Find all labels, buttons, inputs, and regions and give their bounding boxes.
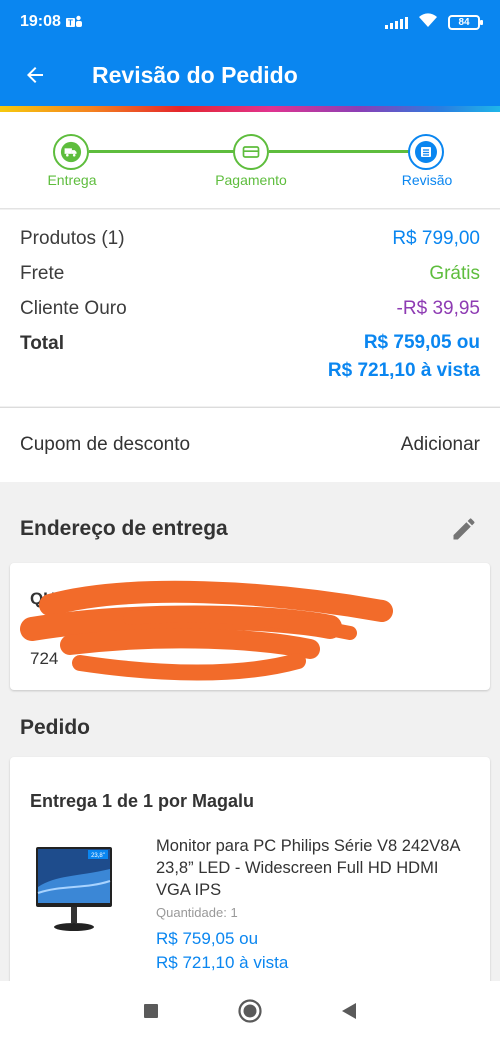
app-bar: Revisão do Pedido: [0, 44, 500, 106]
home-button[interactable]: [237, 998, 263, 1024]
image-badge: 23,8": [91, 853, 105, 859]
recent-apps-button[interactable]: [143, 1003, 159, 1019]
summary-value: Grátis: [429, 263, 480, 284]
step-label-entrega: Entrega: [47, 172, 97, 188]
coupon-row[interactable]: Cupom de desconto Adicionar: [0, 407, 500, 482]
order-card: Entrega 1 de 1 por Magalu 23,8" Monitor …: [10, 757, 490, 997]
summary-row-frete: Frete Grátis: [20, 263, 480, 298]
coupon-label: Cupom de desconto: [20, 434, 191, 455]
price-installment: R$ 759,05 ou: [156, 929, 259, 948]
step-pagamento[interactable]: [233, 134, 269, 170]
total-value: R$ 759,05 ou R$ 721,10 à vista: [328, 329, 480, 385]
address-card[interactable]: QUADR ma 724: [10, 563, 490, 690]
total-installment: R$ 759,05 ou: [363, 332, 480, 353]
address-section-title: Endereço de entrega: [20, 517, 228, 540]
credit-card-icon: [242, 146, 260, 158]
product-price: R$ 759,05 ou R$ 721,10 à vista: [156, 927, 288, 975]
order-summary: Produtos (1) R$ 799,00 Frete Grátis Clie…: [0, 210, 500, 406]
total-label: Total: [20, 333, 64, 354]
teams-icon: T: [65, 15, 82, 29]
battery-icon: 84: [448, 14, 483, 30]
quantity-value: 1: [230, 905, 238, 920]
summary-value: R$ 799,00: [392, 228, 480, 249]
arrow-left-icon: [27, 67, 43, 83]
summary-row-cliente-ouro: Cliente Ouro -R$ 39,95: [20, 298, 480, 333]
back-nav-button[interactable]: [341, 1002, 357, 1020]
battery-level: 84: [458, 16, 470, 28]
product-quantity: Quantidade: 1: [156, 905, 238, 920]
edit-address-icon[interactable]: [450, 515, 478, 543]
step-connector: [89, 150, 234, 153]
wifi-icon: [418, 12, 438, 33]
product-image[interactable]: 23,8": [36, 847, 112, 937]
summary-row-total: Total R$ 759,05 ou R$ 721,10 à vista: [20, 332, 480, 381]
status-time: 19:08: [20, 13, 61, 30]
redaction-scribble: [20, 580, 393, 681]
price-cash: R$ 721,10 à vista: [156, 953, 289, 972]
step-revisao[interactable]: [408, 134, 444, 170]
truck-icon: [60, 141, 82, 163]
summary-label: Cliente Ouro: [20, 298, 127, 319]
quantity-label: Quantidade:: [156, 905, 227, 920]
step-connector: [269, 150, 409, 153]
step-label-pagamento: Pagamento: [215, 172, 287, 188]
checkout-stepper: Entrega Pagamento Revisão: [0, 112, 500, 209]
status-bar: 19:08 T 84: [0, 0, 500, 44]
square-icon: [144, 1004, 158, 1018]
list-icon: [415, 141, 437, 163]
summary-label: Produtos (1): [20, 228, 125, 249]
back-button[interactable]: [0, 44, 70, 106]
step-label-revisao: Revisão: [401, 172, 453, 188]
svg-text:T: T: [68, 19, 73, 28]
order-section-title: Pedido: [20, 716, 91, 739]
delivery-title: Entrega 1 de 1 por Magalu: [30, 791, 255, 811]
product-name[interactable]: Monitor para PC Philips Série V8 242V8A …: [156, 835, 466, 901]
system-nav-bar: [0, 981, 500, 1041]
summary-label: Frete: [20, 263, 65, 284]
summary-row-produtos: Produtos (1) R$ 799,00: [20, 228, 480, 263]
total-cash: R$ 721,10 à vista: [327, 360, 480, 381]
circle-icon: [238, 999, 262, 1023]
signal-icon: [385, 15, 408, 29]
page-title: Revisão do Pedido: [92, 61, 298, 88]
add-coupon-button[interactable]: Adicionar: [401, 434, 480, 456]
summary-value: -R$ 39,95: [396, 298, 480, 319]
step-entrega[interactable]: [53, 134, 89, 170]
triangle-back-icon: [342, 1003, 356, 1019]
